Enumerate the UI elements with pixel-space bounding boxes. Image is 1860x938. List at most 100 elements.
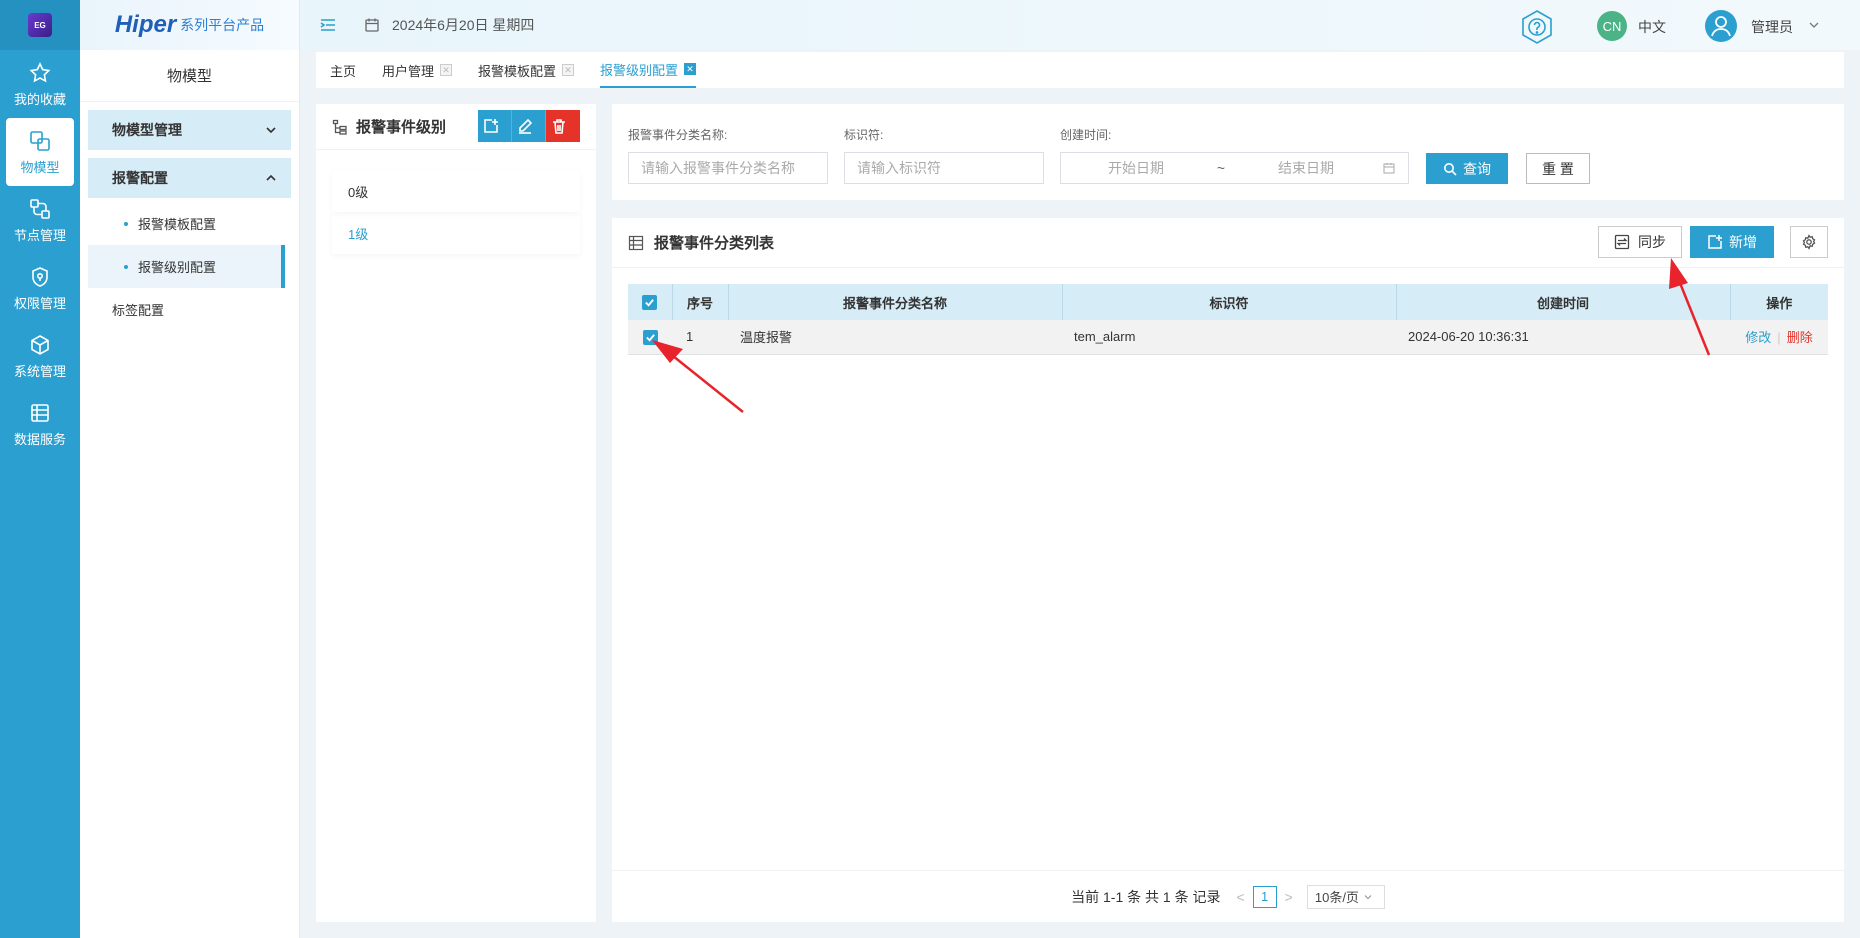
rail-item-label: 物模型	[20, 159, 60, 175]
language-label[interactable]: 中文	[1638, 17, 1666, 37]
close-icon[interactable]: ✕	[562, 64, 575, 76]
brand-name: Hiper	[114, 11, 177, 38]
level-panel: 报警事件级别 0级 1级	[316, 104, 596, 922]
rail-item-permissions[interactable]: 权限管理	[0, 254, 80, 322]
add-button-label: 新增	[1729, 234, 1757, 250]
language-badge[interactable]: CN	[1597, 11, 1627, 41]
menu-group-alarm-config[interactable]: 报警配置	[88, 158, 291, 198]
edit-link[interactable]: 修改	[1745, 330, 1771, 345]
rail-item-favorites[interactable]: 我的收藏	[0, 50, 80, 118]
close-icon[interactable]: ✕	[440, 64, 453, 76]
page-size-select[interactable]: 10条/页	[1306, 884, 1385, 909]
tab-alarm-template[interactable]: 报警模板配置 ✕	[478, 52, 575, 88]
query-button[interactable]: 查询	[1426, 153, 1508, 184]
trash-icon	[553, 119, 565, 134]
row-checkbox[interactable]	[642, 329, 658, 345]
start-date-input[interactable]: 开始日期	[1061, 158, 1211, 178]
delete-level-button[interactable]	[546, 110, 580, 142]
settings-button[interactable]	[1790, 226, 1828, 258]
filter-panel: 报警事件分类名称: 请输入报警事件分类名称 标识符: 请输入标识符 创建时间: …	[612, 104, 1844, 200]
check-icon	[645, 299, 655, 307]
list-item[interactable]: 1级	[332, 212, 580, 254]
page-tabs: 主页 用户管理 ✕ 报警模板配置 ✕ 报警级别配置 ✕	[316, 52, 1844, 88]
menu-item-label: 报警级别配置	[138, 260, 217, 275]
edit-icon	[518, 118, 532, 134]
page-size-value: 10条/页	[1314, 890, 1359, 905]
menu-group-model-management[interactable]: 物模型管理	[88, 110, 291, 150]
icon-rail: EG 我的收藏 物模型 节点管理 权限管理 系统管理 数据服务	[0, 0, 80, 938]
rail-item-data[interactable]: 数据服务	[0, 390, 80, 458]
date-range-picker[interactable]: 开始日期 ~ 结束日期	[1060, 152, 1409, 184]
menu-collapse-icon[interactable]	[318, 15, 338, 35]
rail-item-label: 数据服务	[13, 431, 66, 447]
tab-home[interactable]: 主页	[330, 52, 356, 88]
rail-item-label: 节点管理	[13, 227, 66, 243]
sidebar: Hiper 系列平台产品 物模型 物模型管理 报警配置 报警模板配置 报警级别配…	[80, 0, 300, 938]
calendar-icon	[365, 18, 379, 32]
chevron-down-icon[interactable]	[1808, 19, 1820, 31]
select-all-checkbox[interactable]	[642, 295, 658, 311]
table-header-row: 序号 报警事件分类名称 标识符 创建时间 操作	[628, 284, 1828, 320]
sync-icon	[1614, 234, 1630, 250]
chevron-up-icon	[266, 174, 276, 181]
add-icon	[1708, 235, 1722, 249]
end-date-input[interactable]: 结束日期	[1231, 158, 1381, 178]
user-name[interactable]: 管理员	[1751, 17, 1793, 37]
data-icon	[31, 403, 49, 422]
tab-label: 主页	[330, 63, 357, 79]
sync-button-label: 同步	[1638, 234, 1666, 250]
tab-user-management[interactable]: 用户管理 ✕	[382, 52, 453, 88]
next-page-icon[interactable]: >	[1285, 889, 1293, 905]
table-row[interactable]: 1 温度报警 tem_alarm 2024-06-20 10:36:31 修改 |…	[628, 320, 1828, 355]
column-header: 标识符	[1062, 284, 1397, 320]
column-header: 报警事件分类名称	[728, 284, 1063, 320]
row-index: 1	[672, 320, 728, 355]
bullet-icon	[124, 264, 128, 269]
reset-button[interactable]: 重 置	[1526, 153, 1590, 184]
list-item[interactable]: 0级	[332, 170, 580, 212]
sync-button[interactable]: 同步	[1598, 226, 1682, 258]
code-label: 标识符:	[844, 128, 884, 142]
gear-icon	[1802, 234, 1816, 250]
calendar-icon	[1383, 163, 1395, 174]
select-all-cell	[628, 284, 673, 320]
search-icon	[1444, 162, 1457, 176]
model-icon	[30, 130, 50, 151]
tab-alarm-level[interactable]: 报警级别配置 ✕	[600, 52, 697, 88]
star-icon	[29, 61, 51, 82]
list-panel: 报警事件分类列表 同步 新增 序号 报警事件分类名称 标识符 创建时间 操作 1…	[612, 218, 1844, 922]
menu-group-label: 物模型管理	[112, 122, 182, 138]
brand: Hiper 系列平台产品	[80, 0, 299, 50]
level-panel-title: 报警事件级别	[356, 119, 447, 136]
rail-item-model[interactable]: 物模型	[6, 118, 74, 186]
query-button-label: 查询	[1463, 160, 1491, 177]
prev-page-icon[interactable]: <	[1236, 889, 1244, 905]
table-icon	[628, 235, 644, 250]
app-logo[interactable]: EG	[0, 0, 80, 50]
rail-item-system[interactable]: 系统管理	[0, 322, 80, 390]
page-number[interactable]: 1	[1252, 885, 1277, 908]
rail-item-label: 权限管理	[13, 295, 66, 311]
level-actions	[478, 110, 580, 142]
add-button[interactable]: 新增	[1690, 226, 1774, 258]
menu-item-tag-config[interactable]: 标签配置	[80, 288, 299, 330]
help-icon[interactable]	[1518, 8, 1556, 46]
avatar[interactable]	[1705, 10, 1737, 42]
add-icon	[483, 119, 498, 133]
edit-level-button[interactable]	[512, 110, 546, 142]
level-list: 0级 1级	[332, 170, 580, 254]
close-icon[interactable]: ✕	[684, 63, 697, 75]
delete-link[interactable]: 删除	[1787, 330, 1813, 345]
check-icon	[645, 333, 655, 342]
rail-item-nodes[interactable]: 节点管理	[0, 186, 80, 254]
rail-item-label: 我的收藏	[13, 91, 66, 107]
menu-item-alarm-template[interactable]: 报警模板配置	[80, 202, 299, 245]
chevron-down-icon	[266, 127, 276, 134]
rail-item-label: 系统管理	[13, 363, 66, 379]
name-input[interactable]: 请输入报警事件分类名称	[628, 152, 828, 184]
add-level-button[interactable]	[478, 110, 512, 142]
menu-item-alarm-level[interactable]: 报警级别配置	[88, 245, 285, 288]
menu-group-label: 报警配置	[112, 170, 168, 186]
code-input[interactable]: 请输入标识符	[844, 152, 1044, 184]
data-table: 序号 报警事件分类名称 标识符 创建时间 操作 1 温度报警 tem_alarm…	[628, 284, 1828, 355]
